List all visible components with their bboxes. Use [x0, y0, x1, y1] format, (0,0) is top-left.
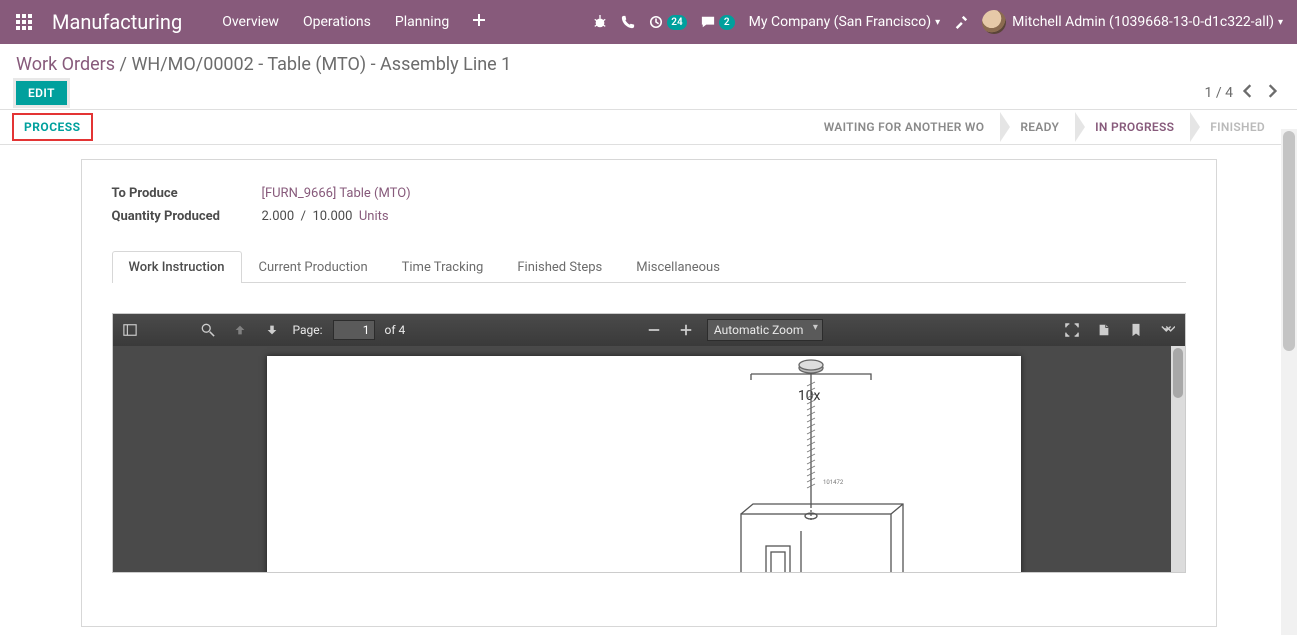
company-switcher[interactable]: My Company (San Francisco)▾ [749, 14, 940, 30]
edit-button[interactable]: EDIT [16, 81, 67, 105]
pdf-viewer: Page: of 4 Automatic Zoom [112, 313, 1186, 573]
qty-sep: / [301, 209, 306, 224]
status-step-ready[interactable]: READY [1002, 110, 1077, 144]
assembly-drawing: 101472 [711, 356, 931, 572]
nav-link-overview[interactable]: Overview [212, 6, 289, 38]
pdf-page-label: Page: [293, 323, 323, 337]
field-qty-produced: Quantity Produced 2.000 / 10.000 Units [112, 209, 1186, 224]
navbar: Manufacturing Overview Operations Planni… [0, 0, 1297, 44]
status-steps: WAITING FOR ANOTHER WO READY IN PROGRESS… [806, 110, 1297, 144]
activities-badge: 24 [667, 15, 686, 30]
qty-uom[interactable]: Units [359, 209, 389, 224]
phone-icon[interactable] [621, 15, 635, 29]
tabs: Work Instruction Current Production Time… [112, 250, 1186, 283]
to-produce-link[interactable]: [FURN_9666] Table (MTO) [262, 186, 411, 201]
tab-work-instruction[interactable]: Work Instruction [112, 251, 242, 283]
pager-next-icon[interactable] [1263, 84, 1281, 102]
form-sheet: To Produce [FURN_9666] Table (MTO) Quant… [81, 159, 1217, 627]
pdf-page: 10x [267, 356, 1021, 572]
pdf-next-page-icon[interactable] [261, 319, 283, 341]
pdf-sidebar-toggle-icon[interactable] [119, 319, 141, 341]
apps-icon[interactable] [8, 6, 40, 38]
tab-finished-steps[interactable]: Finished Steps [500, 251, 619, 283]
pager: 1 / 4 [1205, 84, 1281, 102]
systray: 24 2 My Company (San Francisco)▾ Mitchel… [593, 10, 1289, 34]
tab-miscellaneous[interactable]: Miscellaneous [619, 251, 737, 283]
breadcrumb-sep: / [120, 54, 132, 75]
pdf-content[interactable]: 10x [113, 346, 1185, 572]
breadcrumb: Work Orders / WH/MO/00002 - Table (MTO) … [16, 54, 1281, 75]
company-name: My Company (San Francisco) [749, 14, 931, 30]
breadcrumb-root[interactable]: Work Orders [16, 54, 115, 75]
pager-prev-icon[interactable] [1239, 84, 1257, 102]
breadcrumb-current: WH/MO/00002 - Table (MTO) - Assembly Lin… [131, 54, 511, 75]
pager-text[interactable]: 1 / 4 [1205, 85, 1233, 101]
tab-time-tracking[interactable]: Time Tracking [385, 251, 501, 283]
pdf-zoom-in-icon[interactable] [675, 319, 697, 341]
pdf-open-icon[interactable] [1093, 319, 1115, 341]
pdf-zoom-select[interactable]: Automatic Zoom [707, 319, 823, 341]
svg-text:101472: 101472 [823, 479, 844, 486]
nav-new-icon[interactable] [463, 6, 495, 38]
bug-icon[interactable] [593, 15, 607, 29]
pdf-zoom-out-icon[interactable] [643, 319, 665, 341]
status-step-waiting[interactable]: WAITING FOR ANOTHER WO [806, 110, 1003, 144]
pdf-toolbar: Page: of 4 Automatic Zoom [113, 314, 1185, 346]
field-to-produce: To Produce [FURN_9666] Table (MTO) [112, 186, 1186, 201]
pdf-bookmark-icon[interactable] [1125, 319, 1147, 341]
page-scrollbar[interactable] [1281, 129, 1297, 635]
nav-link-operations[interactable]: Operations [293, 6, 381, 38]
status-row: PROCESS WAITING FOR ANOTHER WO READY IN … [0, 109, 1297, 145]
pdf-page-of: of 4 [385, 323, 406, 337]
nav-link-planning[interactable]: Planning [385, 6, 459, 38]
sheet-wrap: To Produce [FURN_9666] Table (MTO) Quant… [0, 159, 1297, 627]
tools-icon[interactable] [954, 15, 968, 29]
user-menu[interactable]: Mitchell Admin (1039668-13-0-d1c322-all)… [982, 10, 1283, 34]
pdf-scrollbar[interactable] [1171, 346, 1185, 572]
avatar [982, 10, 1006, 34]
control-bar: Work Orders / WH/MO/00002 - Table (MTO) … [0, 44, 1297, 105]
qty-total: 10.000 [312, 209, 352, 224]
messages-badge: 2 [719, 15, 735, 30]
to-produce-label: To Produce [112, 186, 262, 201]
process-button[interactable]: PROCESS [12, 113, 93, 141]
qty-done: 2.000 [262, 209, 295, 224]
qty-label: Quantity Produced [112, 209, 262, 224]
activities-icon[interactable]: 24 [649, 15, 686, 30]
status-step-finished[interactable]: FINISHED [1192, 110, 1283, 144]
tab-current-production[interactable]: Current Production [242, 251, 385, 283]
pdf-tools-icon[interactable] [1157, 319, 1179, 341]
messages-icon[interactable]: 2 [701, 15, 735, 30]
user-name: Mitchell Admin (1039668-13-0-d1c322-all) [1012, 14, 1274, 30]
pdf-page-input[interactable] [333, 320, 375, 340]
app-brand[interactable]: Manufacturing [52, 10, 182, 34]
nav-menu: Overview Operations Planning [212, 6, 495, 38]
pdf-search-icon[interactable] [197, 319, 219, 341]
status-step-in-progress[interactable]: IN PROGRESS [1077, 110, 1192, 144]
pdf-prev-page-icon[interactable] [229, 319, 251, 341]
pdf-fullscreen-icon[interactable] [1061, 319, 1083, 341]
